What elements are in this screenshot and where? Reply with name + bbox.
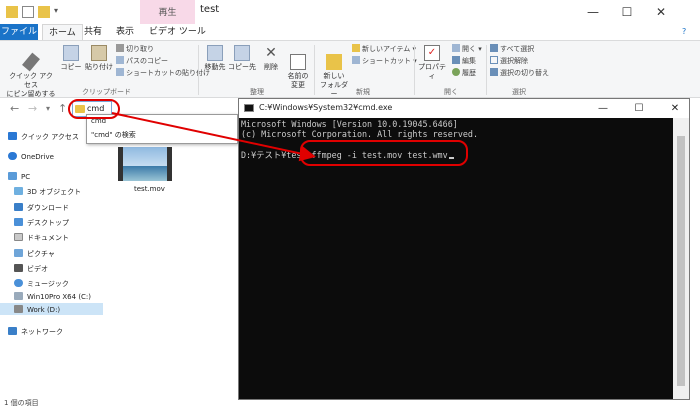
- annotation-arrow: [111, 112, 316, 162]
- arrow-line: [111, 112, 316, 162]
